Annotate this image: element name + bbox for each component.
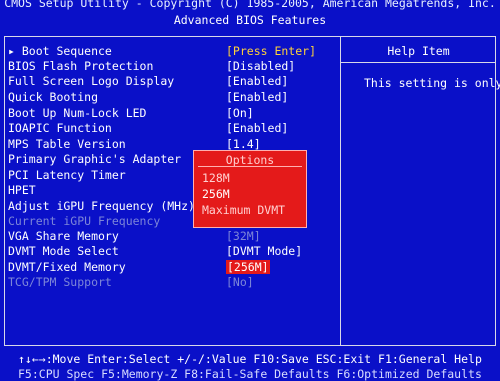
- key-help-line-1: ↑↓←→:Move Enter:Select +/-/:Value F10:Sa…: [18, 352, 482, 366]
- menu-item-value: [32M]: [226, 229, 261, 243]
- menu-item-value[interactable]: [Enabled]: [226, 74, 288, 88]
- panel-divider: [340, 36, 341, 346]
- menu-item-num-lock-led[interactable]: Boot Up Num-Lock LED [On]: [8, 106, 338, 121]
- menu-item-label: VGA Share Memory: [8, 229, 119, 243]
- menu-item-label: Quick Booting: [8, 90, 99, 104]
- page-title: Advanced BIOS Features: [173, 13, 327, 27]
- key-help-footer: ↑↓←→:Move Enter:Select +/-/:Value F10:Sa…: [0, 350, 500, 381]
- menu-item-value[interactable]: [Disabled]: [226, 59, 295, 73]
- menu-item-quick-booting[interactable]: Quick Booting [Enabled]: [8, 90, 338, 105]
- menu-item-dvmt-fixed-memory[interactable]: DVMT/Fixed Memory [256M]: [8, 260, 338, 275]
- menu-item-label: HPET: [8, 183, 36, 197]
- menu-item-label: PCI Latency Timer: [8, 168, 126, 182]
- menu-item-tcg-tpm-support: TCG/TPM Support [No]: [8, 275, 338, 290]
- menu-item-full-screen-logo[interactable]: Full Screen Logo Display [Enabled]: [8, 74, 338, 89]
- menu-item-value: [No]: [226, 275, 254, 289]
- options-popup-separator: [198, 166, 302, 167]
- menu-item-value[interactable]: [Press Enter]: [226, 44, 316, 58]
- menu-item-value[interactable]: [On]: [226, 106, 254, 120]
- menu-item-label: DVMT Mode Select: [8, 244, 119, 258]
- menu-item-value[interactable]: [Enabled]: [226, 121, 288, 135]
- menu-item-ioapic-function[interactable]: IOAPIC Function [Enabled]: [8, 121, 338, 136]
- options-popup[interactable]: Options 128M 256M Maximum DVMT: [193, 150, 307, 228]
- utility-title: CMOS Setup Utility - Copyright (C) 1985-…: [4, 0, 496, 10]
- menu-item-value[interactable]: [Enabled]: [226, 90, 288, 104]
- help-text: This setting is only: [364, 76, 500, 90]
- help-separator: [341, 62, 496, 63]
- menu-item-label: TCG/TPM Support: [8, 275, 112, 289]
- menu-item-label: Primary Graphic's Adapter: [8, 152, 182, 166]
- menu-item-label: DVMT/Fixed Memory: [8, 260, 126, 274]
- menu-item-label: Adjust iGPU Frequency (MHz): [8, 199, 195, 213]
- menu-item-label: BIOS Flash Protection: [8, 59, 154, 73]
- option-128m[interactable]: 128M: [202, 171, 230, 185]
- menu-item-vga-share-memory[interactable]: VGA Share Memory [32M]: [8, 229, 338, 244]
- menu-item-boot-sequence[interactable]: ▸ Boot Sequence [Press Enter]: [8, 44, 338, 59]
- menu-item-label: Current iGPU Frequency: [8, 214, 161, 228]
- help-title: Help Item: [387, 44, 450, 58]
- options-popup-title: Options: [225, 153, 275, 167]
- menu-item-value[interactable]: [256M]: [226, 260, 270, 274]
- menu-item-label: Boot Up Num-Lock LED: [8, 106, 147, 120]
- menu-item-label: IOAPIC Function: [8, 121, 112, 135]
- option-256m[interactable]: 256M: [202, 187, 230, 201]
- menu-item-value[interactable]: [1.4]: [226, 137, 261, 151]
- menu-item-value[interactable]: [DVMT Mode]: [226, 244, 302, 258]
- menu-item-label: MPS Table Version: [8, 137, 126, 151]
- key-help-line-2: F5:CPU Spec F5:Memory-Z F8:Fail-Safe Def…: [18, 367, 482, 381]
- menu-item-label: Full Screen Logo Display: [8, 74, 175, 88]
- menu-item-dvmt-mode-select[interactable]: DVMT Mode Select [DVMT Mode]: [8, 244, 338, 259]
- menu-item-bios-flash-protection[interactable]: BIOS Flash Protection [Disabled]: [8, 59, 338, 74]
- option-maximum-dvmt[interactable]: Maximum DVMT: [202, 203, 285, 217]
- menu-item-label: ▸ Boot Sequence: [8, 44, 112, 58]
